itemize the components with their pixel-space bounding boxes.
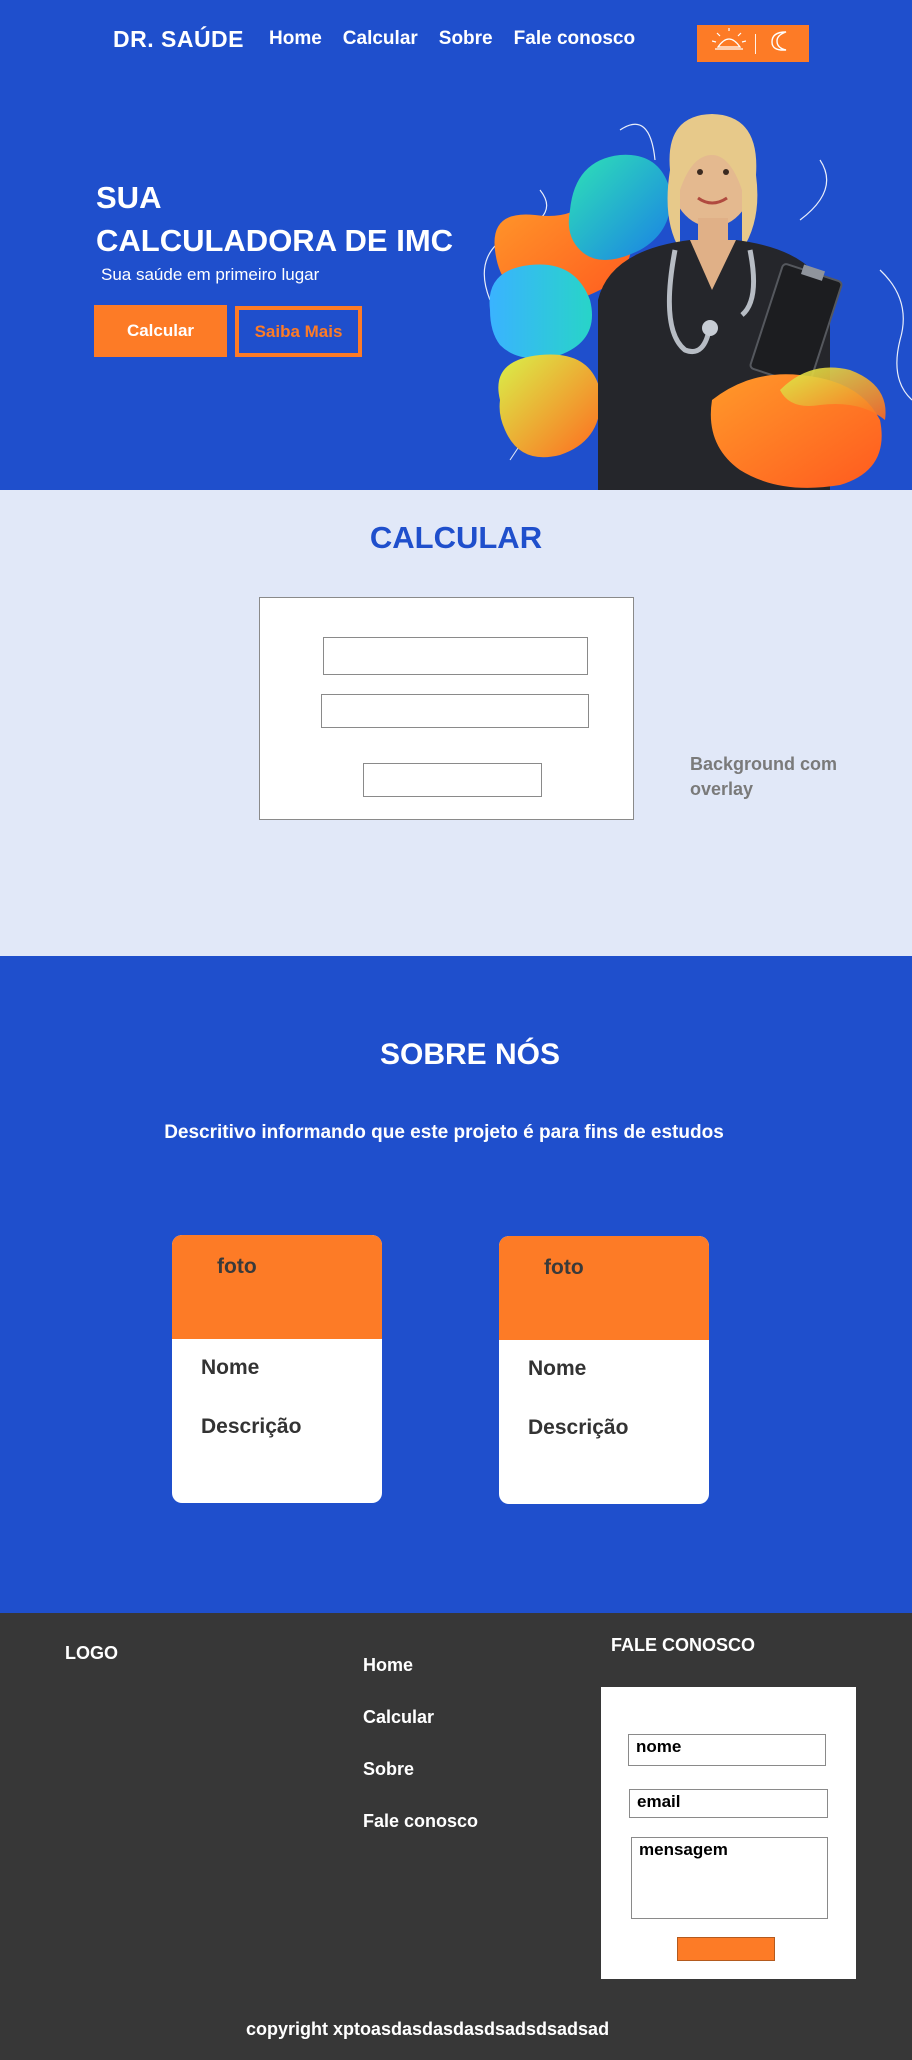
contact-form: nome email mensagem [601,1687,856,1979]
theme-toggle[interactable] [697,25,809,62]
team-card: foto Nome Descrição [499,1236,709,1504]
team-member-description: Descrição [201,1415,302,1438]
footer-link-fale-conosco[interactable]: Fale conosco [363,1810,478,1832]
hero-subtitle: Sua saúde em primeiro lugar [101,265,320,284]
team-photo: foto [172,1235,382,1339]
sun-icon[interactable] [711,27,746,60]
nav-link-fale-conosco[interactable]: Fale conosco [514,28,635,50]
copyright-text: copyright xptoasdasdasdasdsadsdsadsad [245,2019,610,2039]
footer: LOGO Home Calcular Sobre Fale conosco FA… [0,1613,912,2060]
nav-link-calcular[interactable]: Calcular [343,28,418,50]
calculator-section: CALCULAR Background com overlay [0,490,912,956]
nav-link-sobre[interactable]: Sobre [439,28,493,50]
team-member-description: Descrição [528,1416,629,1439]
doctor-illustration [483,114,912,490]
footer-logo[interactable]: LOGO [65,1643,118,1664]
main-nav: Home Calcular Sobre Fale conosco [269,28,635,50]
team-card: foto Nome Descrição [172,1235,382,1503]
hero-title-line1: SUA [96,180,162,215]
calculate-submit-button[interactable] [363,763,542,797]
hero-title: SUA CALCULADORA DE IMC [96,176,453,262]
calculator-title: CALCULAR [369,520,543,555]
footer-link-sobre[interactable]: Sobre [363,1758,478,1780]
calculator-form [259,597,634,820]
nav-link-home[interactable]: Home [269,28,322,50]
photo-label: foto [217,1255,257,1278]
hero-title-line2: CALCULADORA DE IMC [96,223,454,258]
contact-title: FALE CONOSCO [611,1635,756,1655]
photo-label: foto [544,1256,584,1279]
calcular-button[interactable]: Calcular [94,305,227,357]
moon-icon[interactable] [766,28,794,59]
team-photo: foto [499,1236,709,1340]
saiba-mais-button[interactable]: Saiba Mais [235,306,362,357]
contact-email-field[interactable]: email [629,1789,828,1818]
footer-link-home[interactable]: Home [363,1654,478,1676]
toggle-divider [755,33,757,54]
site-logo[interactable]: DR. SAÚDE [113,26,244,53]
about-description: Descritivo informando que este projeto é… [164,1122,724,1143]
about-section: SOBRE NÓS Descritivo informando que este… [0,956,912,1613]
weight-input[interactable] [323,637,588,675]
team-member-name: Nome [528,1357,587,1380]
contact-message-field[interactable]: mensagem [631,1837,828,1919]
team-member-name: Nome [201,1356,260,1379]
height-input[interactable] [321,694,589,728]
about-title: SOBRE NÓS [379,1038,561,1071]
footer-link-calcular[interactable]: Calcular [363,1706,478,1728]
footer-nav: Home Calcular Sobre Fale conosco [363,1654,478,1832]
contact-name-field[interactable]: nome [628,1734,826,1766]
contact-send-button[interactable] [677,1937,775,1961]
hero-section: DR. SAÚDE Home Calcular Sobre Fale conos… [0,0,912,490]
background-note: Background com overlay [690,754,838,799]
